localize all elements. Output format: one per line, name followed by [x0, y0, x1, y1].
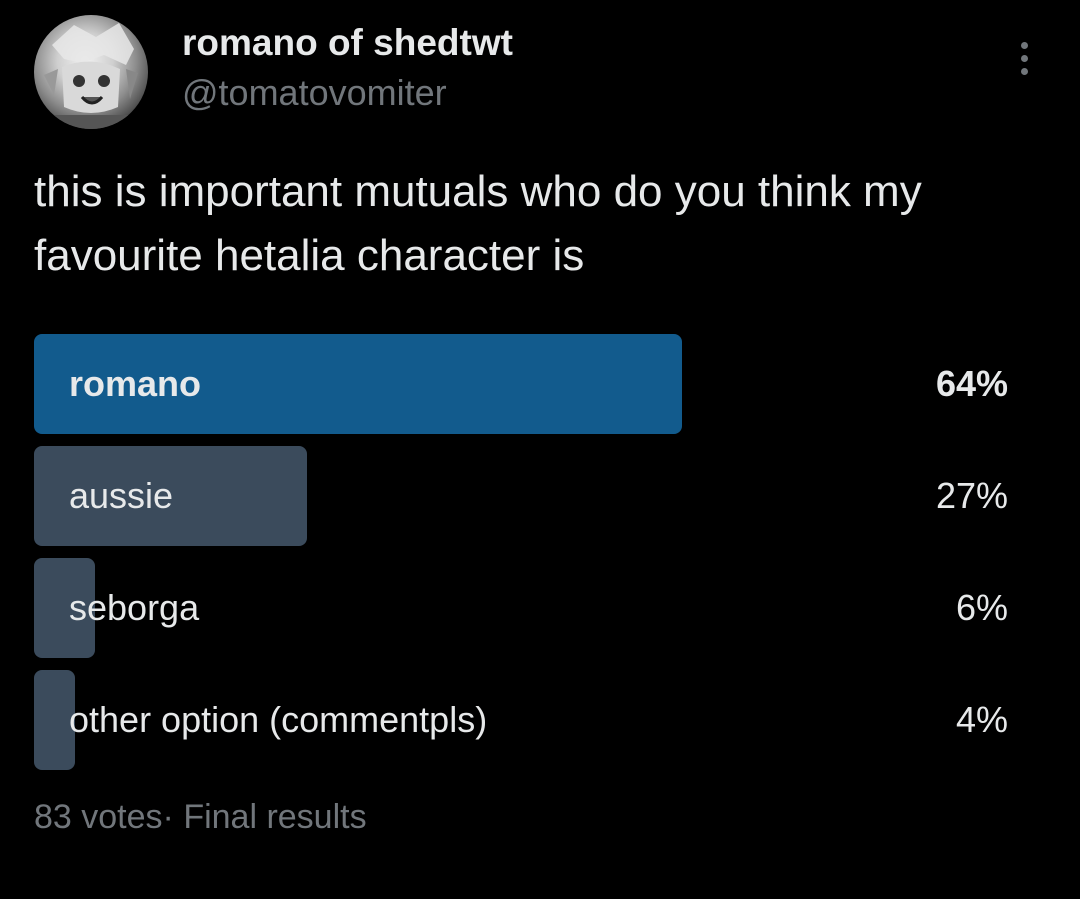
poll-option-label: seborga	[69, 587, 200, 628]
poll-footer: 83 votes· Final results	[34, 798, 367, 837]
poll-option: seborga 6%	[34, 558, 1008, 658]
poll-option: romano 64%	[34, 334, 1008, 434]
poll-option-label: other option (commentpls)	[69, 699, 488, 740]
poll-option: other option (commentpls) 4%	[34, 670, 1008, 770]
more-dots-icon	[1020, 54, 1028, 62]
poll-option-percent: 27%	[935, 475, 1008, 516]
poll-status: Final results	[183, 798, 367, 836]
more-options-button[interactable]	[1004, 38, 1044, 78]
poll-option-percent: 4%	[955, 699, 1008, 740]
poll-option: aussie 27%	[34, 446, 1008, 546]
author-display-name[interactable]: romano of shedtwt	[182, 22, 513, 64]
poll-votes: 83 votes	[34, 798, 163, 836]
poll-separator: ·	[162, 798, 174, 836]
poll-option-label: aussie	[69, 475, 174, 516]
tweet-text: this is important mutuals who do you thi…	[34, 167, 922, 280]
poll-option-percent: 64%	[935, 363, 1008, 404]
poll-option-percent: 6%	[955, 587, 1008, 628]
more-dots-icon	[1020, 67, 1028, 75]
avatar[interactable]	[34, 15, 148, 129]
author-handle[interactable]: @tomatovomiter	[182, 72, 447, 114]
more-dots-icon	[1020, 41, 1028, 49]
poll-option-label: romano	[69, 363, 202, 404]
profile-avatar-icon	[44, 23, 138, 129]
